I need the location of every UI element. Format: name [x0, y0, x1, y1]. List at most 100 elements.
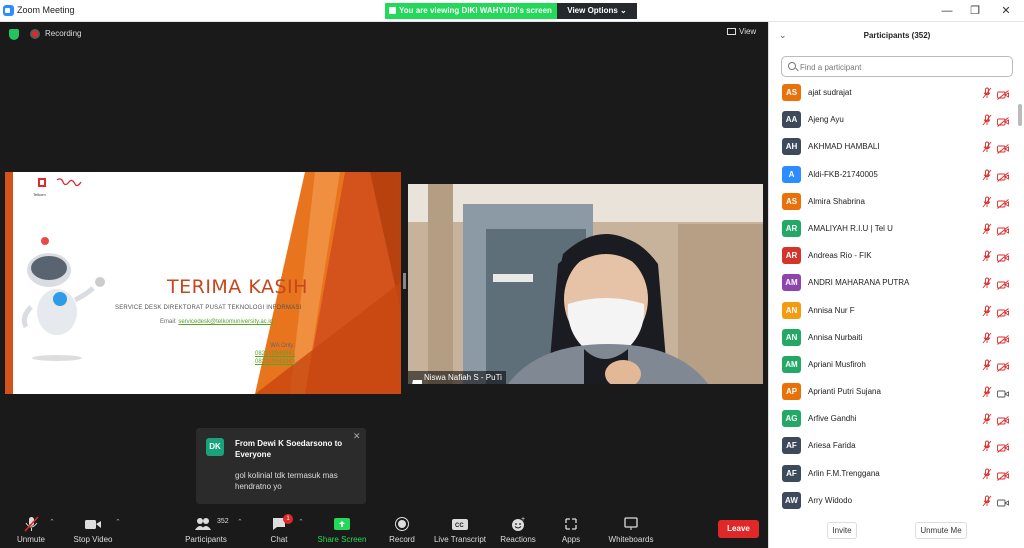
- closed-caption-icon: CC: [452, 519, 468, 530]
- video-off-icon: [997, 359, 1009, 372]
- muted-mic-icon: [982, 385, 992, 398]
- share-screen-icon: [334, 518, 350, 530]
- share-screen-label: Share Screen: [317, 535, 367, 544]
- svg-text:+: +: [521, 516, 525, 523]
- participant-row[interactable]: AS Almira Shabrina: [769, 189, 1024, 216]
- people-icon: [195, 518, 211, 530]
- unmute-label: Unmute: [16, 535, 45, 544]
- participant-row[interactable]: AH AKHMAD HAMBALI: [769, 134, 1024, 161]
- view-button[interactable]: View: [727, 27, 756, 36]
- split-divider-handle[interactable]: [403, 273, 406, 289]
- participant-row[interactable]: AG Arfive Gandhi: [769, 406, 1024, 433]
- search-input[interactable]: [800, 60, 1005, 74]
- chevron-up-icon[interactable]: ⌃: [298, 518, 304, 526]
- participant-row[interactable]: AA Ajeng Ayu: [769, 107, 1024, 134]
- chevron-up-icon[interactable]: ⌃: [237, 518, 243, 526]
- email-label: Email:: [160, 319, 177, 325]
- muted-mic-icon: [982, 140, 992, 153]
- participant-row[interactable]: AP Aprianti Putri Sujana: [769, 379, 1024, 406]
- svg-text:CC: CC: [455, 523, 464, 529]
- reactions-button[interactable]: + Reactions: [500, 516, 536, 544]
- search-icon: [788, 62, 796, 70]
- participant-video-tile[interactable]: Niswa Nafiah S - PuTi: [408, 184, 763, 384]
- chat-unread-badge: 1: [283, 514, 293, 524]
- share-screen-button[interactable]: Share Screen: [317, 516, 367, 544]
- participant-name: Almira Shabrina: [808, 196, 865, 206]
- view-label: View: [739, 27, 757, 36]
- live-transcript-label: Live Transcript: [433, 535, 487, 544]
- whiteboards-button[interactable]: Whiteboards: [606, 516, 656, 544]
- close-icon[interactable]: ✕: [353, 431, 361, 442]
- participant-name: Ariesa Farida: [808, 441, 856, 451]
- record-label: Record: [389, 535, 415, 544]
- avatar: AM: [782, 274, 801, 292]
- avatar: AS: [782, 192, 801, 210]
- maximize-icon[interactable]: ❐: [968, 4, 982, 18]
- muted-mic-icon: [982, 358, 992, 371]
- participant-row[interactable]: AN Annisa Nurbaiti: [769, 325, 1024, 352]
- participant-row[interactable]: AN Annisa Nur F: [769, 298, 1024, 325]
- meeting-toolbar: Unmute ⌃ Stop Video ⌃ 352 Participants ⌃…: [0, 510, 768, 548]
- participant-name: Arlin F.M.Trenggana: [808, 468, 880, 478]
- muted-mic-icon: [982, 304, 992, 316]
- muted-mic-icon: [982, 222, 992, 235]
- chat-label: Chat: [270, 535, 288, 544]
- avatar: AR: [782, 247, 801, 265]
- muted-mic-icon: [982, 195, 992, 208]
- muted-mic-icon: [982, 168, 992, 180]
- live-transcript-button[interactable]: CC Live Transcript: [432, 516, 488, 544]
- chat-notification[interactable]: DK From Dewi K Soedarsono to Everyone go…: [196, 428, 366, 504]
- slide-subtitle: SERVICE DESK DIREKTORAT PUSAT TEKNOLOGI …: [115, 305, 302, 311]
- participant-row[interactable]: AR AMALIYAH R.I.U | Tel U: [769, 216, 1024, 243]
- participant-row[interactable]: AW Arry Widodo: [769, 488, 1024, 515]
- shared-screen-slide: Telkom TERIMA KASIH SERVICE DESK DIREKTO…: [5, 172, 401, 394]
- participant-row[interactable]: AF Arlin F.M.Trenggana: [769, 461, 1024, 488]
- participant-row[interactable]: AR Andreas Rio - FIK: [769, 243, 1024, 270]
- leave-button[interactable]: Leave: [718, 520, 759, 538]
- meeting-area: Recording View Telkom TERIMA KASIH SERVI…: [0, 22, 768, 510]
- avatar: AM: [782, 355, 801, 373]
- participant-name: Andreas Rio - FIK: [808, 251, 872, 261]
- participant-name: Aprianti Putri Sujana: [808, 387, 881, 397]
- chevron-up-icon[interactable]: ⌃: [115, 518, 121, 526]
- unmute-button[interactable]: Unmute: [14, 516, 48, 544]
- avatar: AF: [782, 464, 801, 482]
- participant-search[interactable]: [781, 56, 1013, 77]
- muted-mic-icon: [982, 494, 992, 507]
- chat-message: gol kolinial tdk termasuk mas hendratno …: [235, 471, 338, 491]
- participants-button[interactable]: 352 Participants: [184, 516, 229, 544]
- avatar: AP: [782, 383, 801, 401]
- unmute-me-button[interactable]: Unmute Me: [915, 522, 967, 539]
- participant-row[interactable]: AM ANDRI MAHARANA PUTRA: [769, 270, 1024, 297]
- title-bar: Zoom Meeting You are viewing DIKI WAHYUD…: [0, 0, 1024, 22]
- recording-icon: [30, 29, 40, 39]
- minimize-icon[interactable]: —: [940, 4, 954, 18]
- avatar: A: [782, 165, 801, 183]
- muted-mic-icon: [982, 86, 992, 99]
- zoom-logo-icon: [3, 5, 14, 16]
- chevron-up-icon[interactable]: ⌃: [49, 518, 55, 526]
- record-icon: [395, 517, 409, 531]
- close-icon[interactable]: ✕: [999, 4, 1013, 18]
- muted-mic-icon: [24, 516, 39, 532]
- record-button[interactable]: Record: [388, 516, 416, 544]
- slide-title: TERIMA KASIH: [167, 276, 308, 298]
- participant-row[interactable]: AF Ariesa Farida: [769, 433, 1024, 460]
- email-link: servicedesk@telkomuniversity.ac.id: [178, 319, 274, 325]
- stop-video-button[interactable]: Stop Video: [73, 516, 113, 544]
- participant-name: Annisa Nur F: [808, 305, 855, 315]
- participant-name: Arry Widodo: [808, 495, 853, 505]
- slide-email: Email: servicedesk@telkomuniversity.ac.i…: [160, 319, 273, 325]
- participant-row[interactable]: AS ajat sudrajat: [769, 80, 1024, 107]
- view-options-button[interactable]: View Options ⌄: [557, 3, 637, 19]
- participant-row[interactable]: A Aldi-FKB-21740005: [769, 162, 1024, 189]
- avatar: AF: [782, 437, 801, 455]
- video-camera-icon: [85, 520, 101, 529]
- participant-row[interactable]: AM Apriani Musfiroh: [769, 352, 1024, 379]
- invite-button[interactable]: Invite: [827, 522, 857, 539]
- apps-button[interactable]: Apps: [558, 516, 584, 544]
- scrollbar[interactable]: [1018, 104, 1022, 126]
- avatar: AG: [782, 410, 801, 428]
- avatar: AA: [782, 111, 801, 129]
- participant-name: Arfive Gandhi: [808, 414, 857, 424]
